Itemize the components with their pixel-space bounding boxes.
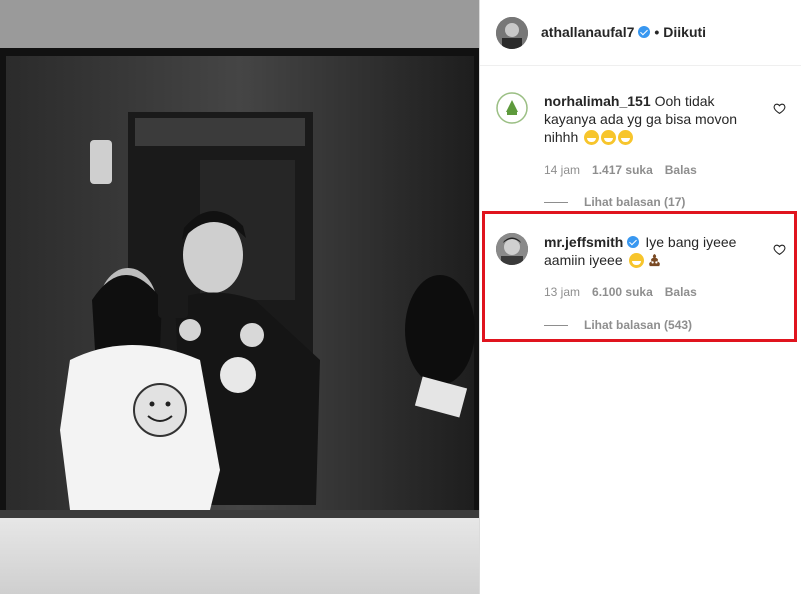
- grinning-squinting-face-icon: [628, 253, 644, 268]
- heart-icon[interactable]: [773, 102, 786, 115]
- post-header: athallanaufal7 • Diikuti: [480, 0, 801, 66]
- commenter-avatar[interactable]: [496, 233, 528, 265]
- comment-body: mr.jeffsmith Iye bang iyeee aamiin iyeee: [544, 233, 764, 272]
- replies-line: [544, 202, 568, 204]
- comment-likes[interactable]: 6.100 suka: [592, 285, 653, 299]
- comments-panel: athallanaufal7 • Diikuti norhalimah_151 Ooh…: [479, 0, 801, 594]
- pile-of-poo-icon: [647, 253, 662, 272]
- grinning-squinting-face-icon: [618, 130, 634, 145]
- commenter-avatar[interactable]: [496, 92, 528, 124]
- comment-meta: 14 jam 1.417 suka Balas: [544, 163, 709, 177]
- view-replies-label[interactable]: Lihat balasan (17): [584, 195, 685, 209]
- author-username[interactable]: athallanaufal7: [541, 24, 634, 40]
- comment-meta: 13 jam 6.100 suka Balas: [544, 285, 709, 299]
- view-replies-label[interactable]: Lihat balasan (543): [584, 318, 692, 332]
- comment-time[interactable]: 13 jam: [544, 285, 580, 299]
- verified-icon: [627, 236, 640, 248]
- reply-button[interactable]: Balas: [665, 285, 697, 299]
- grinning-squinting-face-icon: [584, 130, 600, 145]
- view-replies[interactable]: Lihat balasan (543): [544, 318, 692, 332]
- commenter-username[interactable]: norhalimah_151: [544, 93, 651, 109]
- comment-time[interactable]: 14 jam: [544, 163, 580, 177]
- verified-icon: [638, 26, 651, 38]
- post-photo[interactable]: [0, 0, 479, 594]
- following-button[interactable]: Diikuti: [663, 24, 706, 40]
- grinning-squinting-face-icon: [601, 130, 617, 145]
- comment-body: norhalimah_151 Ooh tidak kayanya ada yg g…: [544, 92, 764, 146]
- author-avatar[interactable]: [496, 17, 528, 49]
- reply-button[interactable]: Balas: [665, 163, 697, 177]
- comment-likes[interactable]: 1.417 suka: [592, 163, 653, 177]
- replies-line: [544, 325, 568, 327]
- post-image: [0, 0, 479, 594]
- heart-icon[interactable]: [773, 243, 786, 256]
- view-replies[interactable]: Lihat balasan (17): [544, 195, 685, 209]
- commenter-username[interactable]: mr.jeffsmith: [544, 234, 623, 250]
- author-header: athallanaufal7 • Diikuti: [541, 24, 706, 40]
- separator-dot: •: [654, 24, 660, 40]
